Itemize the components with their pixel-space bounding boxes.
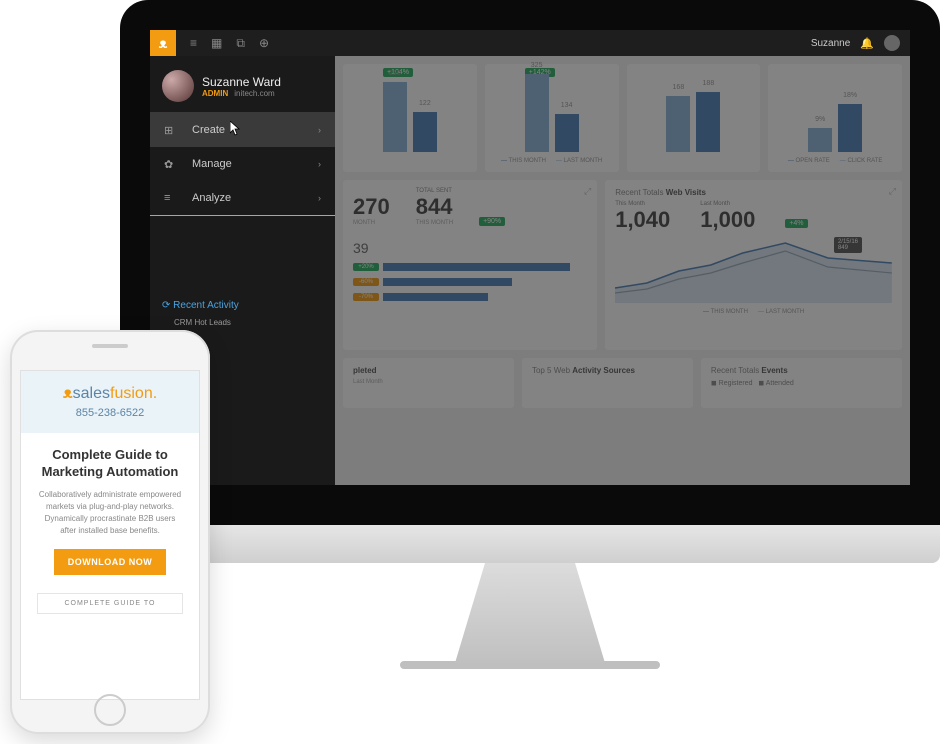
metric-card: 9% 18% OPEN RATECLICK RATE <box>768 64 902 172</box>
promo-subheading: COMPLETE GUIDE TO <box>37 593 183 614</box>
user-domain: initech.com <box>234 89 274 98</box>
create-icon: ⊞ <box>164 124 182 137</box>
web-visits-card: ⤢ Recent Totals Web Visits This Month 1,… <box>605 180 902 350</box>
chart-tooltip: 2/15/16849 <box>834 237 862 253</box>
phone-header: ᴥsalesfusion. 855-238-6522 <box>21 371 199 433</box>
user-avatar[interactable] <box>162 70 194 102</box>
analyze-icon: ≡ <box>164 192 182 204</box>
iphone-mockup: ᴥsalesfusion. 855-238-6522 Complete Guid… <box>10 330 210 734</box>
grid-icon[interactable]: ▦ <box>211 36 222 50</box>
delta-badge: +90% <box>479 217 505 226</box>
card-completed: pleted Last Month <box>343 358 514 408</box>
app-logo-icon[interactable]: ᴥ <box>150 30 176 56</box>
sidebar-item-label: Manage <box>192 158 232 170</box>
metric-value: 1,040 <box>615 207 670 233</box>
archive-icon[interactable]: ⧉ <box>236 36 245 51</box>
metric-value: 844 <box>416 194 453 220</box>
top-bar: ᴥ ≡ ▦ ⧉ ⊕ Suzanne 🔔 <box>150 30 910 56</box>
bar-label: 18% <box>838 92 862 99</box>
card-events: Recent Totals Events ◼ Registered ◼ Atte… <box>701 358 902 408</box>
dashboard: +104% 250 122 +142% 325 134 THIS MONTHLA… <box>335 56 910 485</box>
totals-card: ⤢ 270 MONTH Total Sent 844 THIS MONTH <box>343 180 597 350</box>
sidebar-menu: ⊞ Create › ✿ Manage › ≡ Analyze <box>150 112 335 216</box>
add-icon[interactable]: ⊕ <box>259 36 269 50</box>
metric-card: 168 188 <box>627 64 761 172</box>
bar-label: 9% <box>808 116 832 123</box>
expand-icon[interactable]: ⤢ <box>889 186 896 197</box>
phone-number[interactable]: 855-238-6522 <box>29 407 191 419</box>
sidebar-item-label: Create <box>192 124 225 136</box>
line-chart: 2/15/16849 <box>615 233 892 303</box>
sidebar-item-label: Analyze <box>192 192 231 204</box>
manage-icon: ✿ <box>164 158 182 171</box>
chevron-right-icon: › <box>318 193 321 203</box>
delta-badge: +4% <box>785 219 807 228</box>
card-activity-sources: Top 5 Web Activity Sources <box>522 358 693 408</box>
sidebar-item-analyze[interactable]: ≡ Analyze › <box>150 181 335 215</box>
recent-item[interactable]: CRM Hot Leads <box>162 317 323 330</box>
current-user-name[interactable]: Suzanne <box>811 38 850 49</box>
metric-value: 270 <box>353 194 390 220</box>
chevron-right-icon: › <box>318 125 321 135</box>
horizontal-bars: +20% -60% -70% <box>353 262 587 302</box>
avatar-icon[interactable] <box>884 35 900 51</box>
recent-activity-title: Recent Activity <box>162 300 323 311</box>
bell-icon[interactable]: 🔔 <box>860 37 874 50</box>
sidebar-item-create[interactable]: ⊞ Create › <box>150 113 335 147</box>
phone-screen: ᴥsalesfusion. 855-238-6522 Complete Guid… <box>20 370 200 700</box>
imac-monitor: ᴥ ≡ ▦ ⧉ ⊕ Suzanne 🔔 Suzanne Ward ADMIN in… <box>120 0 940 669</box>
metric-card: +142% 325 134 THIS MONTHLAST MONTH <box>485 64 619 172</box>
expand-icon[interactable]: ⤢ <box>584 186 591 197</box>
download-button[interactable]: DOWNLOAD NOW <box>54 549 167 575</box>
promo-description: Collaboratively administrate empowered m… <box>37 489 183 537</box>
salesfusion-logo: ᴥsalesfusion. <box>29 385 191 403</box>
user-role: ADMIN <box>202 89 228 98</box>
sidebar-user-block: Suzanne Ward ADMIN initech.com <box>150 56 335 112</box>
metric-value: 1,000 <box>700 207 755 233</box>
sidebar-item-manage[interactable]: ✿ Manage › <box>150 147 335 181</box>
app-screen: ᴥ ≡ ▦ ⧉ ⊕ Suzanne 🔔 Suzanne Ward ADMIN in… <box>150 30 910 485</box>
menu-icon[interactable]: ≡ <box>190 36 197 50</box>
mouse-cursor-icon <box>230 121 242 137</box>
chevron-right-icon: › <box>318 159 321 169</box>
promo-title: Complete Guide to Marketing Automation <box>37 447 183 481</box>
user-full-name: Suzanne Ward <box>202 75 281 89</box>
metric-card: +104% 250 122 <box>343 64 477 172</box>
